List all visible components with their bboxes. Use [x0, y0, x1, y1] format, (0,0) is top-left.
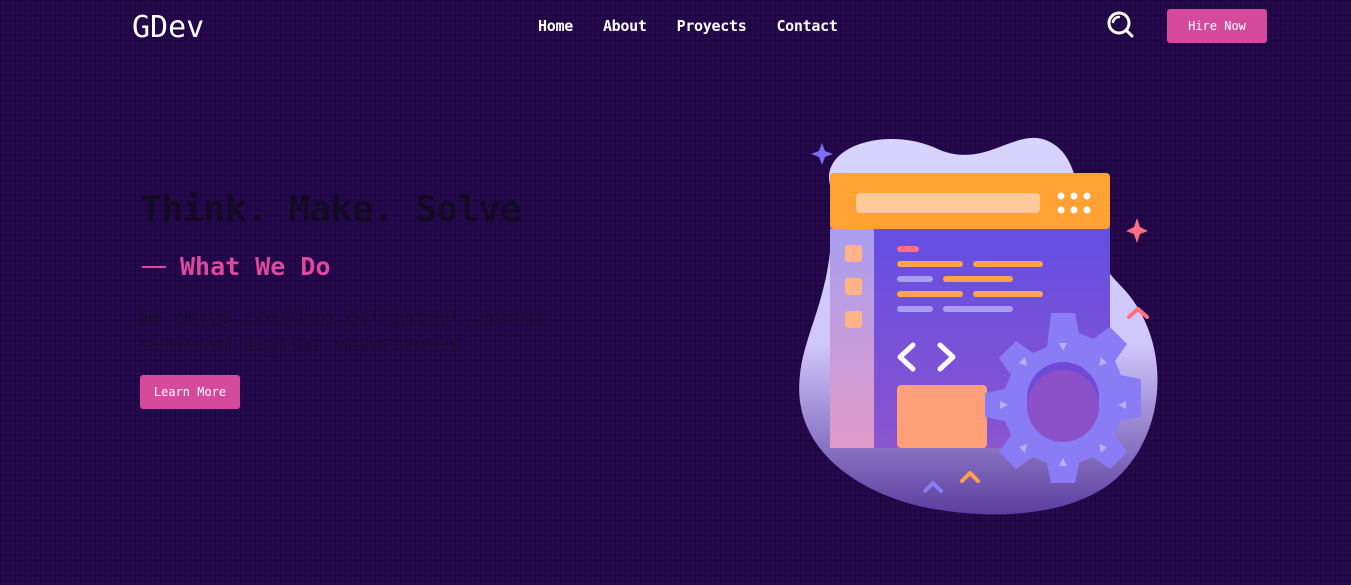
search-button[interactable]: [1106, 11, 1134, 39]
nav-link-proyects[interactable]: Proyects: [677, 17, 747, 35]
main-nav: Home About Proyects Contact: [538, 17, 868, 35]
hero-title: Think. Make. Solve: [140, 189, 522, 230]
nav-link-contact[interactable]: Contact: [776, 17, 837, 35]
hire-now-button[interactable]: Hire Now: [1167, 9, 1267, 43]
hero-description: We enjoy creating delightful, human-cent…: [140, 307, 552, 355]
learn-more-button[interactable]: Learn More: [140, 375, 240, 409]
hero-subtitle-text: What We Do: [180, 252, 331, 281]
web-development-illustration: [799, 137, 1158, 515]
nav-link-home[interactable]: Home: [538, 17, 573, 35]
nav-link-about[interactable]: About: [603, 17, 647, 35]
logo[interactable]: GDev: [132, 10, 204, 45]
subtitle-dash: [142, 265, 166, 268]
hero-subtitle: What We Do: [142, 252, 331, 281]
hero-illustration: [790, 125, 1180, 525]
search-icon: [1107, 11, 1134, 38]
